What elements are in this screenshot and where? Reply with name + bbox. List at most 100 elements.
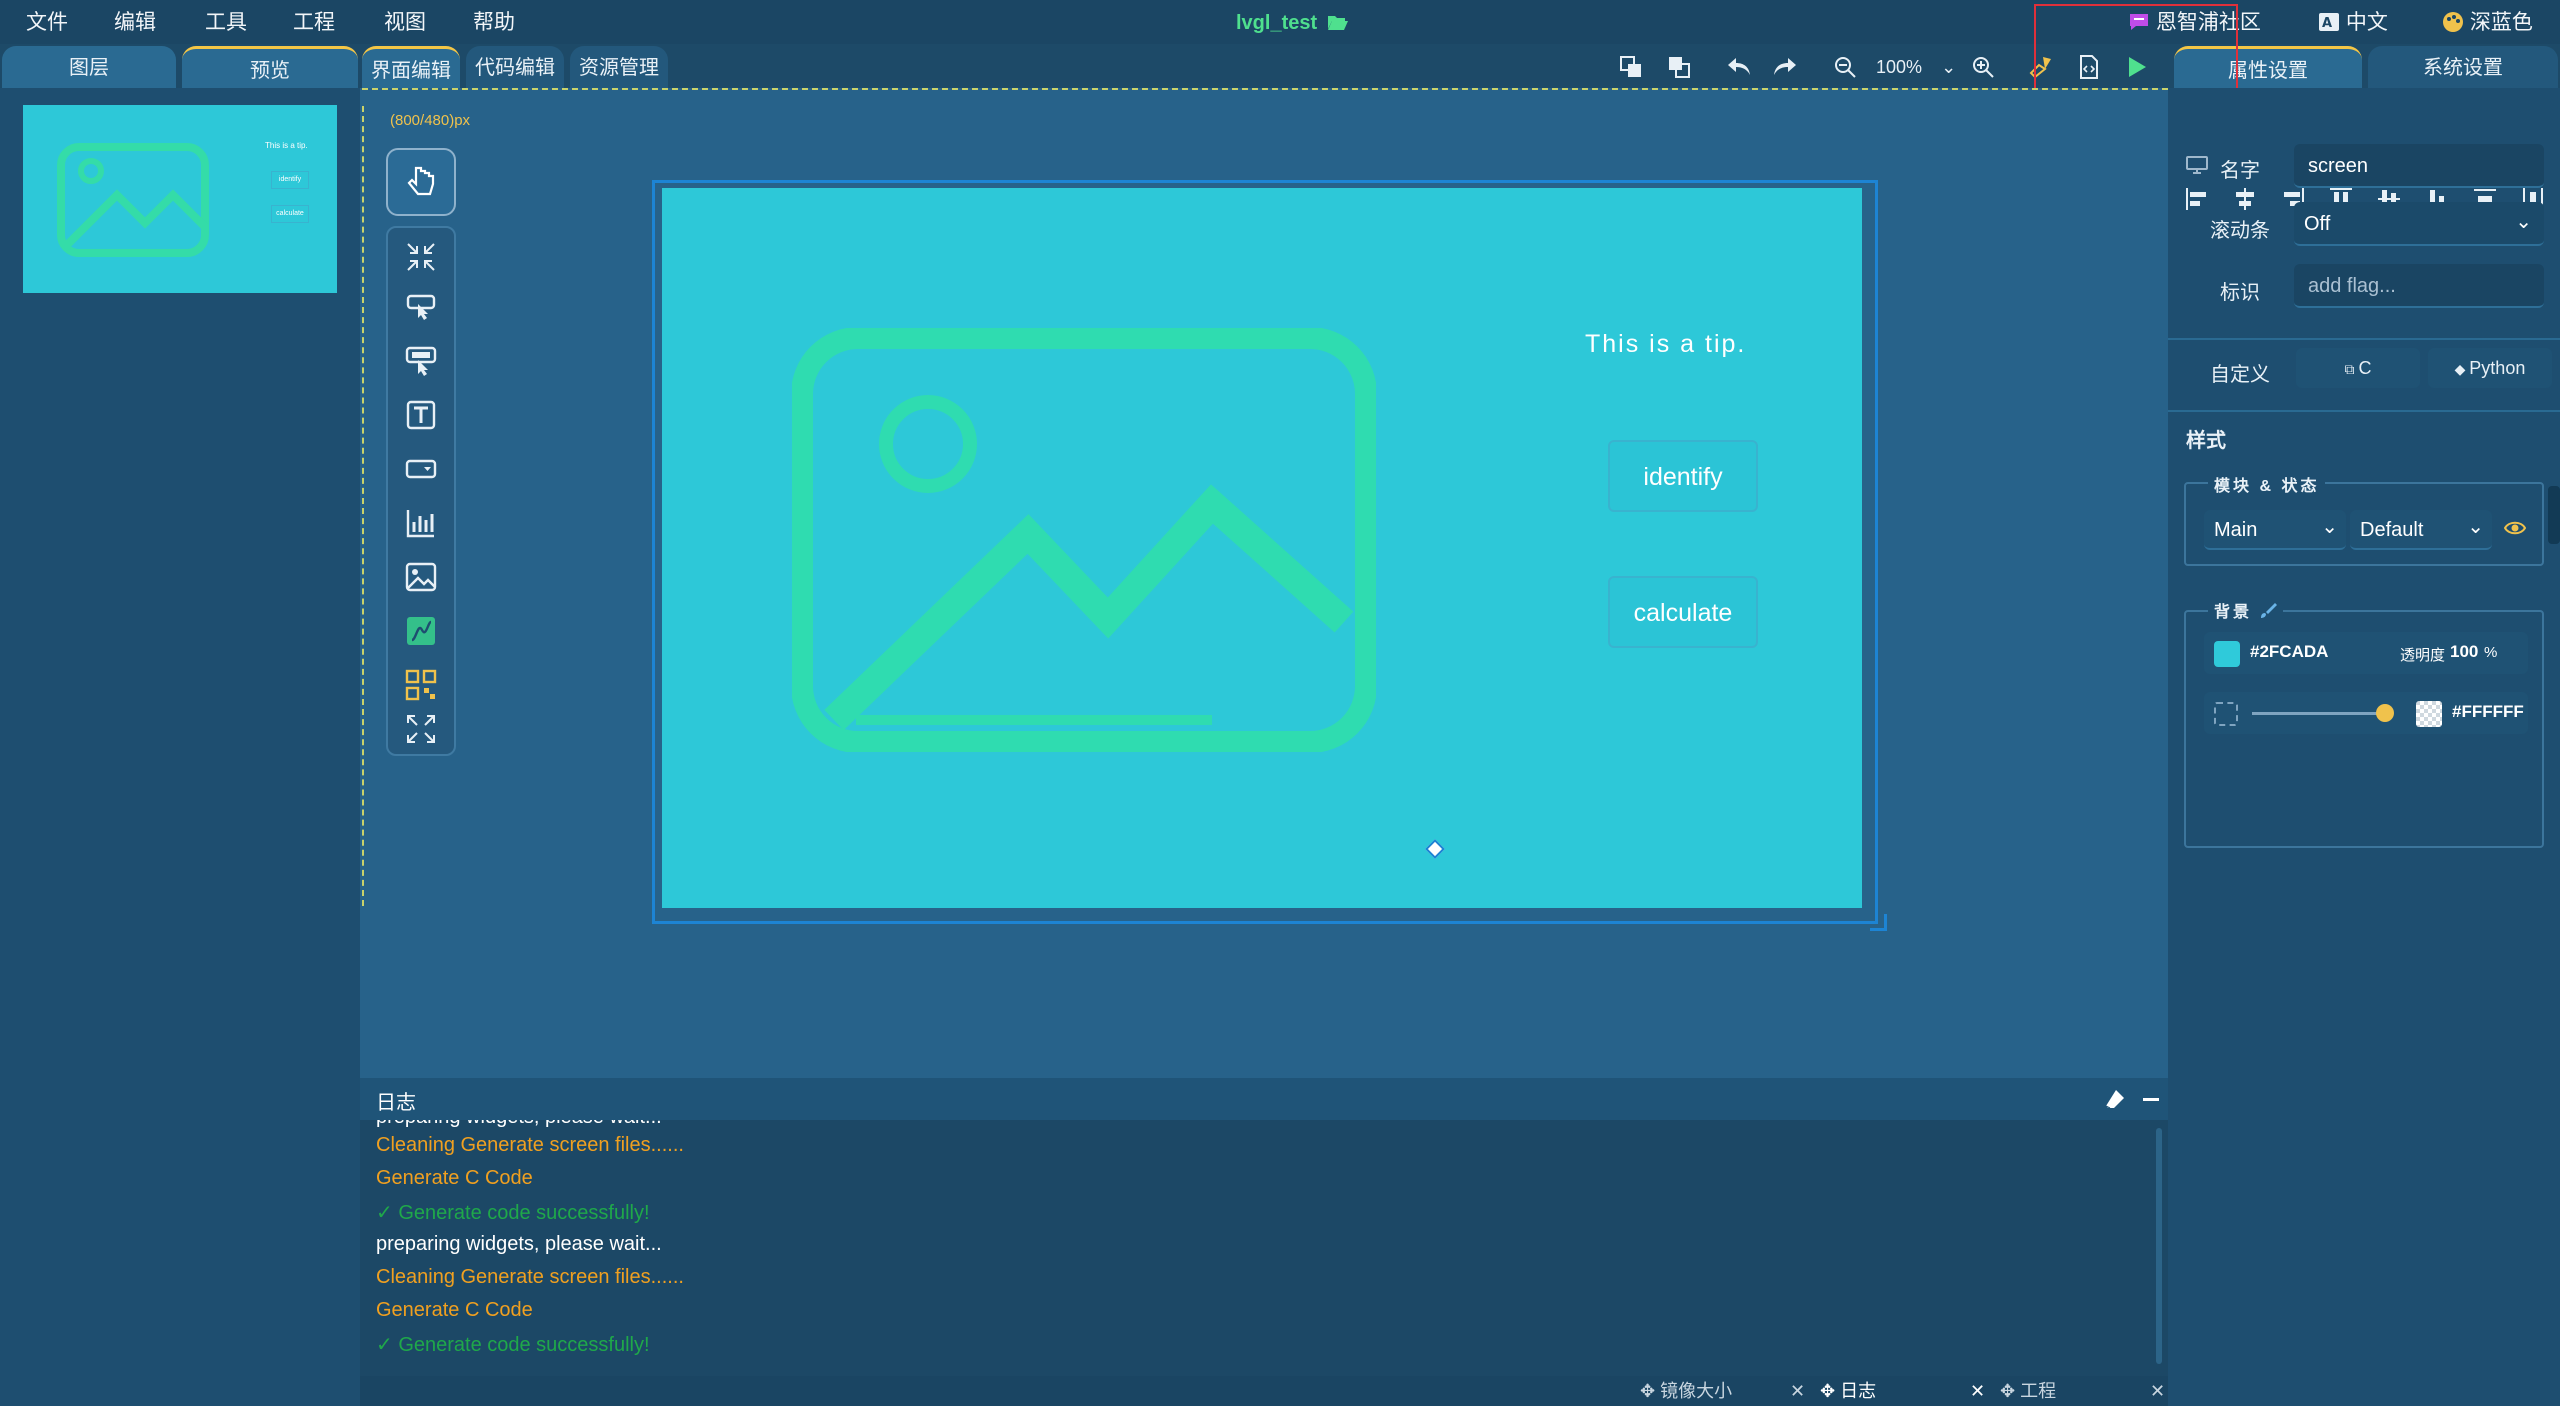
bg-color-swatch[interactable] (2214, 641, 2240, 667)
image-placeholder-icon[interactable] (792, 328, 1376, 752)
zoom-out-icon (1835, 57, 1856, 78)
chevron-down-icon: ⌄ (2321, 516, 2338, 538)
undo-button[interactable] (1722, 50, 1756, 84)
dropdown-widget-icon[interactable] (404, 452, 438, 486)
chevron-down-icon: ⌄ (2515, 211, 2532, 233)
flag-input[interactable]: add flag... (2294, 264, 2544, 308)
tab-log-label: 日志 (1840, 1381, 1877, 1401)
thumb-button-calculate: calculate (271, 205, 309, 223)
bg-color-value: #2FCADA (2250, 642, 2329, 661)
screen-widget[interactable] (662, 188, 1862, 908)
log-title: 日志 (376, 1092, 416, 1114)
folder-open-icon (1327, 16, 1348, 30)
custom-python-label: Python (2469, 358, 2526, 378)
ruler-vertical (362, 106, 374, 906)
close-icon[interactable]: ✕ (1790, 1376, 1805, 1406)
tab-project[interactable]: ✥ 工程 ✕ (2000, 1376, 2170, 1406)
project-title-text: lvgl_test (1236, 12, 1318, 34)
align-left-icon[interactable] (2184, 186, 2210, 212)
log-line: Generate C Code (376, 1167, 533, 1189)
zoom-in-button[interactable] (1966, 50, 2000, 84)
tab-system-settings[interactable]: 系统设置 (2368, 46, 2558, 88)
tab-layers[interactable]: 图层 (2, 46, 176, 88)
custom-c-button[interactable]: ⧉ C (2296, 348, 2420, 388)
menu-tools[interactable]: 工具 (205, 0, 247, 44)
image-placeholder-icon (57, 143, 209, 257)
gradient-icon[interactable] (2214, 702, 2238, 726)
log-line: ✓ Generate code successfully! (376, 1202, 650, 1224)
language-label: 中文 (2345, 11, 2388, 34)
log-scrollbar[interactable] (2156, 1128, 2162, 1364)
ruler-horizontal (362, 88, 2168, 108)
log-output[interactable]: preparing widgets, please wait... Cleani… (360, 1120, 2168, 1376)
button-widget-icon[interactable] (404, 290, 438, 324)
state-select[interactable]: Default ⌄ (2350, 510, 2492, 550)
menu-project[interactable]: 工程 (293, 0, 335, 44)
minimize-icon[interactable] (2140, 1088, 2162, 1110)
thumb-button-identify: identify (271, 171, 309, 189)
eye-icon[interactable] (2504, 518, 2526, 538)
scrollbar-label: 滚动条 (2210, 220, 2270, 242)
log-line: preparing widgets, please wait... (376, 1233, 662, 1255)
divider (2168, 338, 2560, 340)
resize-handle[interactable] (1870, 914, 1887, 931)
pointer-tool[interactable] (386, 148, 456, 216)
zoom-out-button[interactable] (1828, 50, 1862, 84)
state-value: Default (2360, 519, 2424, 541)
image-widget-icon[interactable] (404, 560, 438, 594)
tab-ui-editor[interactable]: 界面编辑 (362, 46, 460, 91)
expand-icon[interactable] (404, 712, 438, 746)
tab-mirror-size[interactable]: ✥ 镜像大小 ✕ (1640, 1376, 1810, 1406)
opacity-label: 透明度 (2400, 647, 2446, 664)
label-widget-icon[interactable] (404, 398, 438, 432)
align-center-h-icon[interactable] (2232, 186, 2258, 212)
log-line: ✓ Generate code successfully! (376, 1334, 650, 1356)
close-icon[interactable]: ✕ (2150, 1376, 2165, 1406)
bg-color-row[interactable]: #2FCADA 透明度 100 % (2204, 632, 2528, 674)
background-title: 背景 (2214, 604, 2253, 621)
chart-widget-icon[interactable] (404, 506, 438, 540)
send-back-button[interactable] (1662, 50, 1696, 84)
log-line: Generate C Code (376, 1299, 533, 1321)
tab-code-editor[interactable]: 代码编辑 (466, 46, 564, 88)
name-input[interactable]: screen (2294, 144, 2544, 188)
line-widget-icon[interactable] (404, 614, 438, 648)
screen-thumbnail[interactable]: This is a tip. identify calculate (23, 105, 337, 293)
panel-collapse-handle[interactable] (2548, 486, 2560, 544)
tip-label[interactable]: This is a tip. (1585, 330, 1746, 359)
language-switch[interactable]: A 中文 (2318, 0, 2388, 44)
tab-preview[interactable]: 预览 (182, 46, 358, 91)
scrollbar-select[interactable]: Off ⌄ (2294, 202, 2544, 246)
gradient-slider[interactable] (2252, 712, 2392, 715)
identify-button[interactable]: identify (1608, 440, 1758, 512)
menu-file[interactable]: 文件 (26, 0, 68, 44)
eraser-icon[interactable] (2104, 1088, 2126, 1110)
tab-log[interactable]: ✥ 日志 ✕ (1820, 1376, 1990, 1406)
tab-project-label: 工程 (2020, 1381, 2057, 1401)
flag-label: 标识 (2220, 282, 2260, 304)
zoom-select[interactable]: 100% ⌄ (1876, 54, 1956, 80)
qrcode-widget-icon[interactable] (404, 668, 438, 702)
custom-python-button[interactable]: ◆ Python (2428, 348, 2552, 388)
grad-color-swatch[interactable] (2416, 701, 2442, 727)
menu-view[interactable]: 视图 (384, 0, 426, 44)
undo-icon (1728, 58, 1750, 75)
part-value: Main (2214, 519, 2258, 541)
tab-resource-manager[interactable]: 资源管理 (570, 46, 668, 88)
image-button-icon[interactable] (404, 344, 438, 378)
bottom-tab-bar: ✥ 镜像大小 ✕ ✥ 日志 ✕ ✥ 工程 ✕ (360, 1376, 2168, 1406)
monitor-icon (2186, 156, 2208, 174)
paint-brush-icon (2261, 603, 2278, 618)
theme-switch[interactable]: 深蓝色 (2442, 0, 2533, 44)
redo-button[interactable] (1768, 50, 1802, 84)
menu-edit[interactable]: 编辑 (114, 0, 156, 44)
close-icon[interactable]: ✕ (1970, 1376, 1985, 1406)
bring-front-button[interactable] (1614, 50, 1648, 84)
opacity-value[interactable]: 100 (2450, 642, 2478, 662)
collapse-icon[interactable] (404, 240, 438, 274)
part-select[interactable]: Main ⌄ (2204, 510, 2346, 550)
menu-help[interactable]: 帮助 (473, 0, 515, 44)
gradient-slider-knob[interactable] (2376, 704, 2394, 722)
bring-front-icon (1620, 56, 1641, 77)
calculate-button[interactable]: calculate (1608, 576, 1758, 648)
